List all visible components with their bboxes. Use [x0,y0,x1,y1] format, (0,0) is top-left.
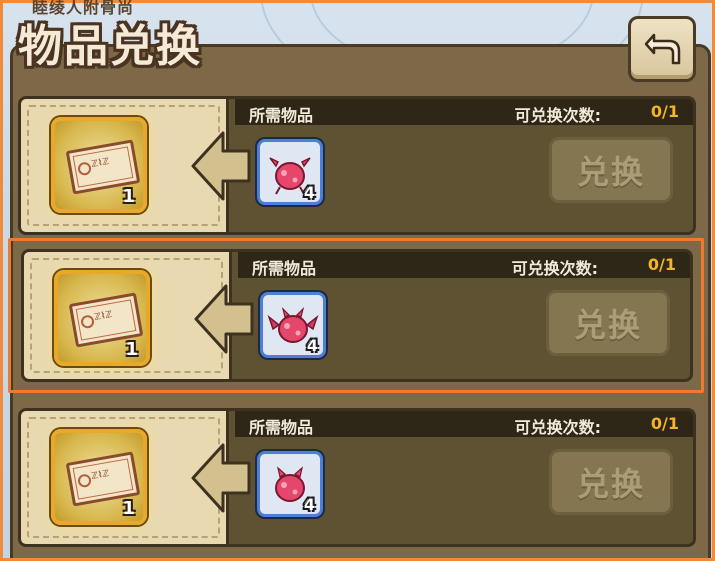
exchange-limit-value: 0/1 [650,414,679,433]
requirement-header: 所需物品 可兑换次数: 0/1 [235,411,693,437]
exchange-screen: 睦绫人附骨尚 物品兑换 ℤ⌇ℤ 1 所需物品 可兑换次数: 0/1 4 兑换 ℤ… [0,0,715,561]
ticket-mark: ℤ⌇ℤ [93,309,114,323]
ticket-mark: ℤ⌇ℤ [90,156,111,170]
required-item-count: 4 [303,495,315,514]
exchange-card: ℤ⌇ℤ 1 所需物品 可兑换次数: 0/1 4 兑换 [18,96,696,235]
reward-count: 1 [125,339,138,360]
required-item-count: 4 [303,183,315,202]
exchange-button-label: 兑换 [573,306,642,344]
arrow-left-icon [191,131,251,201]
reward-item-slot[interactable]: ℤ⌇ℤ 1 [51,429,147,525]
exchange-row[interactable]: ℤ⌇ℤ 1 所需物品 可兑换次数: 0/1 4 兑换 [8,88,704,243]
exchange-limit-label: 可兑换次数: [514,106,601,125]
exchange-limit-value: 0/1 [650,102,679,121]
exchange-button[interactable]: 兑换 [549,449,673,515]
required-item-slot[interactable]: 4 [257,139,323,205]
ticket-seal [79,314,96,330]
exchange-limit-value: 0/1 [647,255,676,274]
arrow-left-icon [191,443,251,513]
required-item-count: 4 [306,336,318,355]
required-items-label: 所需物品 [252,259,317,278]
exchange-button-label: 兑换 [576,465,645,503]
exchange-button[interactable]: 兑换 [546,290,670,356]
requirement-header: 所需物品 可兑换次数: 0/1 [235,99,693,125]
return-arrow-icon [644,33,681,65]
required-items-label: 所需物品 [249,106,314,125]
exchange-limit-label: 可兑换次数: [511,259,598,278]
exchange-row[interactable]: ℤ⌇ℤ 1 所需物品 可兑换次数: 0/1 4 兑换 [8,238,704,393]
exchange-card: ℤ⌇ℤ 1 所需物品 可兑换次数: 0/1 4 兑换 [21,249,693,382]
reward-count: 1 [122,498,135,519]
ticket-seal [76,473,93,489]
requirement-header: 所需物品 可兑换次数: 0/1 [238,252,690,278]
ticket-mark: ℤ⌇ℤ [90,468,111,482]
reward-item-slot[interactable]: ℤ⌇ℤ 1 [54,270,150,366]
reward-item-slot[interactable]: ℤ⌇ℤ 1 [51,117,147,213]
ticket-seal [76,161,93,177]
required-item-slot[interactable]: 4 [257,451,323,517]
arrow-left-icon [194,284,254,354]
exchange-button[interactable]: 兑换 [549,137,673,203]
exchange-button-label: 兑换 [576,153,645,191]
required-item-slot[interactable]: 4 [260,292,326,358]
required-items-label: 所需物品 [249,418,314,437]
page-title: 物品兑换 [18,21,202,72]
exchange-row[interactable]: ℤ⌇ℤ 1 所需物品 可兑换次数: 0/1 4 兑换 [8,400,704,555]
exchange-limit-label: 可兑换次数: [514,418,601,437]
exchange-card: ℤ⌇ℤ 1 所需物品 可兑换次数: 0/1 4 兑换 [18,408,696,547]
reward-count: 1 [122,186,135,207]
back-button[interactable] [628,16,696,82]
